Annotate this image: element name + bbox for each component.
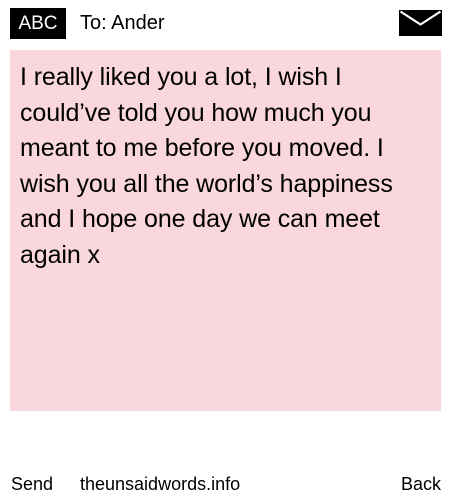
- input-mode-badge: ABC: [10, 8, 66, 39]
- message-header: ABC To: Ander: [0, 0, 450, 46]
- site-credit: theunsaidwords.info: [80, 474, 241, 494]
- message-text: I really liked you a lot, I wish I could…: [20, 63, 393, 269]
- message-body[interactable]: I really liked you a lot, I wish I could…: [10, 50, 441, 411]
- envelope-icon: [399, 10, 442, 36]
- back-button[interactable]: Back: [401, 473, 441, 495]
- send-button[interactable]: Send: [11, 473, 53, 495]
- softkey-bar: Send theunsaidwords.info Back: [0, 470, 450, 498]
- recipient-field[interactable]: To: Ander: [80, 8, 165, 39]
